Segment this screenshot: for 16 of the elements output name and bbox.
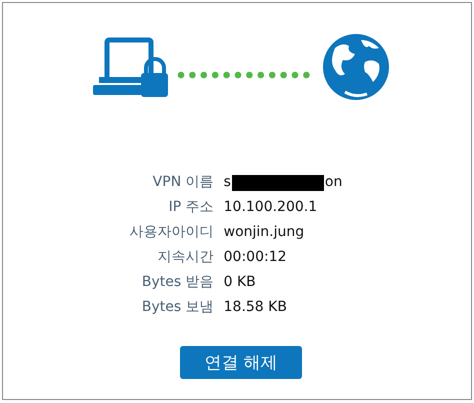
disconnect-button[interactable]: 연결 해제 [180,346,302,379]
field-label: Bytes 보냄 [140,298,214,317]
field-label: Bytes 받음 [140,273,214,292]
field-value: 10.100.200.1 [224,198,318,217]
field-label: VPN 이름 [152,173,214,192]
field-label: 사용자아이디 [130,223,214,242]
field-value: 0 KB [224,273,256,292]
field-label: IP 주소 [168,198,214,217]
field-value: s [224,173,231,192]
field-value: 00:00:12 [224,248,287,267]
computer-lock-icon [92,36,169,98]
field-value: 18.58 KB [224,298,287,317]
field-value: wonjin.jung [224,223,304,242]
field-value: on [324,173,342,192]
globe-icon [321,32,392,102]
field-label: 지속시간 [156,248,214,267]
